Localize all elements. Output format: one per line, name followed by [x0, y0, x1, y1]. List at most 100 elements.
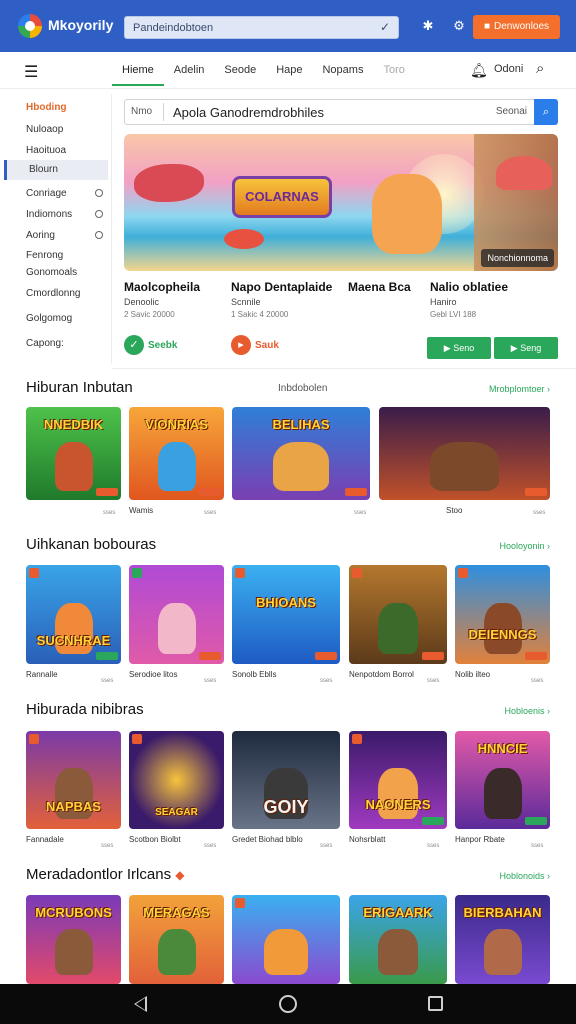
section-see-all-link[interactable]: Mrobplomtoer ›: [489, 384, 550, 394]
settings-icon[interactable]: ⚙: [451, 18, 467, 34]
game-card[interactable]: ERIGAARK: [349, 895, 447, 984]
sidebar-item-9[interactable]: Gonomoals: [26, 267, 77, 278]
game-card[interactable]: NAPBAS: [26, 731, 121, 829]
sidebar-item-11[interactable]: Golgomog: [26, 313, 72, 324]
card-caption: Stoo: [446, 506, 463, 515]
search-scope-label[interactable]: Nmo: [131, 106, 152, 117]
card-art-title: MCRUBONS: [35, 905, 112, 920]
card-corner-badge: [132, 568, 142, 578]
recent-apps-icon[interactable]: [428, 996, 443, 1011]
featured-item-2[interactable]: Napo Dentaplaide Scnnile 1 Sakic 4 20000: [231, 280, 332, 319]
sidebar-item-3[interactable]: Haoituoa: [26, 145, 66, 156]
card-corner-badge: [132, 734, 142, 744]
search-icon[interactable]: ⌕: [536, 60, 544, 77]
card-caption: Rannalle: [26, 670, 58, 679]
game-card[interactable]: HNNCIE: [455, 731, 550, 829]
featured-search-input[interactable]: [173, 103, 473, 121]
search-button-icon[interactable]: ⌕: [534, 99, 558, 125]
notification-bell-icon[interactable]: 🔔︎: [470, 62, 488, 79]
section-title: Hiburada nibibras: [26, 701, 144, 718]
section-see-all-link[interactable]: Hooloyonin ›: [499, 541, 550, 551]
banner-badge[interactable]: Nonchionnoma: [481, 249, 554, 267]
chip-left[interactable]: ✓ Seebk: [124, 335, 177, 355]
top-search-box[interactable]: ✓: [124, 16, 399, 39]
card-art-title: NAPBAS: [46, 799, 101, 814]
card-caption: Nenpotdom Borrol: [349, 670, 414, 679]
card-count: sses: [204, 843, 217, 849]
game-card[interactable]: [129, 565, 224, 664]
bluetooth-icon[interactable]: ✱: [420, 18, 436, 34]
game-card[interactable]: BIERBAHAN: [455, 895, 550, 984]
radio-icon[interactable]: [95, 231, 103, 239]
tab-4[interactable]: Hape: [266, 56, 312, 86]
featured-item-1[interactable]: Maolcopheila Denoolic 2 Savic 20000: [124, 280, 200, 319]
game-card[interactable]: GOIY: [232, 731, 340, 829]
user-menu[interactable]: Odoni: [494, 63, 523, 75]
sidebar-item-1[interactable]: Hboding: [26, 102, 67, 113]
featured-search-bar[interactable]: Nmo Seonai ⌕: [124, 99, 558, 125]
menu-icon[interactable]: ☰: [24, 62, 38, 82]
tab-5[interactable]: Nopams: [312, 56, 373, 86]
sidebar-item-12[interactable]: Capong:: [26, 338, 64, 349]
featured-item-3[interactable]: Maena Bca: [348, 280, 411, 294]
secondary-action-button[interactable]: ▶ Seng: [494, 337, 558, 359]
download-button[interactable]: ■ Denwonloes: [473, 15, 560, 39]
game-card[interactable]: BELIHAS: [232, 407, 370, 500]
game-card[interactable]: MCRUBONS: [26, 895, 121, 984]
sidebar-item-6[interactable]: Indiomons: [26, 209, 72, 220]
card-badge: [422, 652, 444, 660]
card-badge: [96, 652, 118, 660]
game-card[interactable]: NAONERS: [349, 731, 447, 829]
card-art-title: BIERBAHAN: [463, 905, 542, 920]
home-icon[interactable]: [279, 995, 297, 1013]
featured-banner[interactable]: COLARNAS Nonchionnoma: [124, 134, 558, 271]
card-corner-badge: [458, 568, 468, 578]
chip-right[interactable]: ▸ Sauk: [231, 335, 279, 355]
game-card[interactable]: BHIOANS: [232, 565, 340, 664]
game-card[interactable]: [349, 565, 447, 664]
section-see-all-link[interactable]: Hoblonoids ›: [499, 871, 550, 881]
primary-action-label: Seno: [453, 343, 475, 353]
game-card[interactable]: VIONRIAS: [129, 407, 224, 500]
card-badge: [422, 817, 444, 825]
card-badge: [199, 652, 221, 660]
tab-3[interactable]: Seode: [214, 56, 266, 86]
game-card[interactable]: MERAGAS: [129, 895, 224, 984]
featured-item-sub: Scnnile: [231, 297, 261, 307]
sidebar-item-8[interactable]: Fenrong: [26, 250, 63, 261]
card-caption: Nolib ilteo: [455, 670, 491, 679]
section-see-all-link[interactable]: Hobloenis ›: [504, 706, 550, 716]
tab-6[interactable]: Toro: [373, 56, 414, 86]
card-corner-badge: [29, 734, 39, 744]
game-card[interactable]: SEAGAR: [129, 731, 224, 829]
card-caption: Nohsrblatt: [349, 835, 386, 844]
sidebar-item-4-selected[interactable]: Blourn: [4, 160, 108, 180]
radio-icon[interactable]: [95, 189, 103, 197]
top-search-input[interactable]: [133, 20, 373, 36]
game-card[interactable]: NNEDBIK: [26, 407, 121, 500]
back-icon[interactable]: [134, 996, 147, 1012]
primary-action-button[interactable]: ▶ Seno: [427, 337, 491, 359]
system-navigation-bar: [0, 984, 576, 1024]
card-caption: Scotbon Biolbt: [129, 835, 181, 844]
tab-2[interactable]: Adelin: [164, 56, 215, 86]
sidebar-item-10[interactable]: Cmordlonng: [26, 288, 80, 299]
card-art: [54, 928, 93, 976]
sidebar-item-2[interactable]: Nuloaop: [26, 124, 63, 135]
game-card[interactable]: [232, 895, 340, 984]
tab-home[interactable]: Hieme: [112, 56, 164, 86]
download-button-label: Denwonloes: [494, 21, 550, 32]
game-card[interactable]: [379, 407, 550, 500]
featured-item-4[interactable]: Nalio oblatiee Haniro Gebl LVI 188: [430, 280, 508, 319]
game-card[interactable]: SUCNHRAE: [26, 565, 121, 664]
search-submit-icon[interactable]: ✓: [380, 20, 390, 34]
game-card[interactable]: DEIENNGS: [455, 565, 550, 664]
sidebar-item-7[interactable]: Aoring: [26, 230, 55, 241]
sidebar-item-5[interactable]: Conriage: [26, 188, 67, 199]
radio-icon[interactable]: [95, 210, 103, 218]
featured-item-sub: Denoolic: [124, 297, 160, 307]
card-art-title: MERAGAS: [143, 905, 210, 920]
card-count: sses: [101, 843, 114, 849]
card-count: sses: [204, 678, 217, 684]
card-count: sses: [531, 678, 544, 684]
